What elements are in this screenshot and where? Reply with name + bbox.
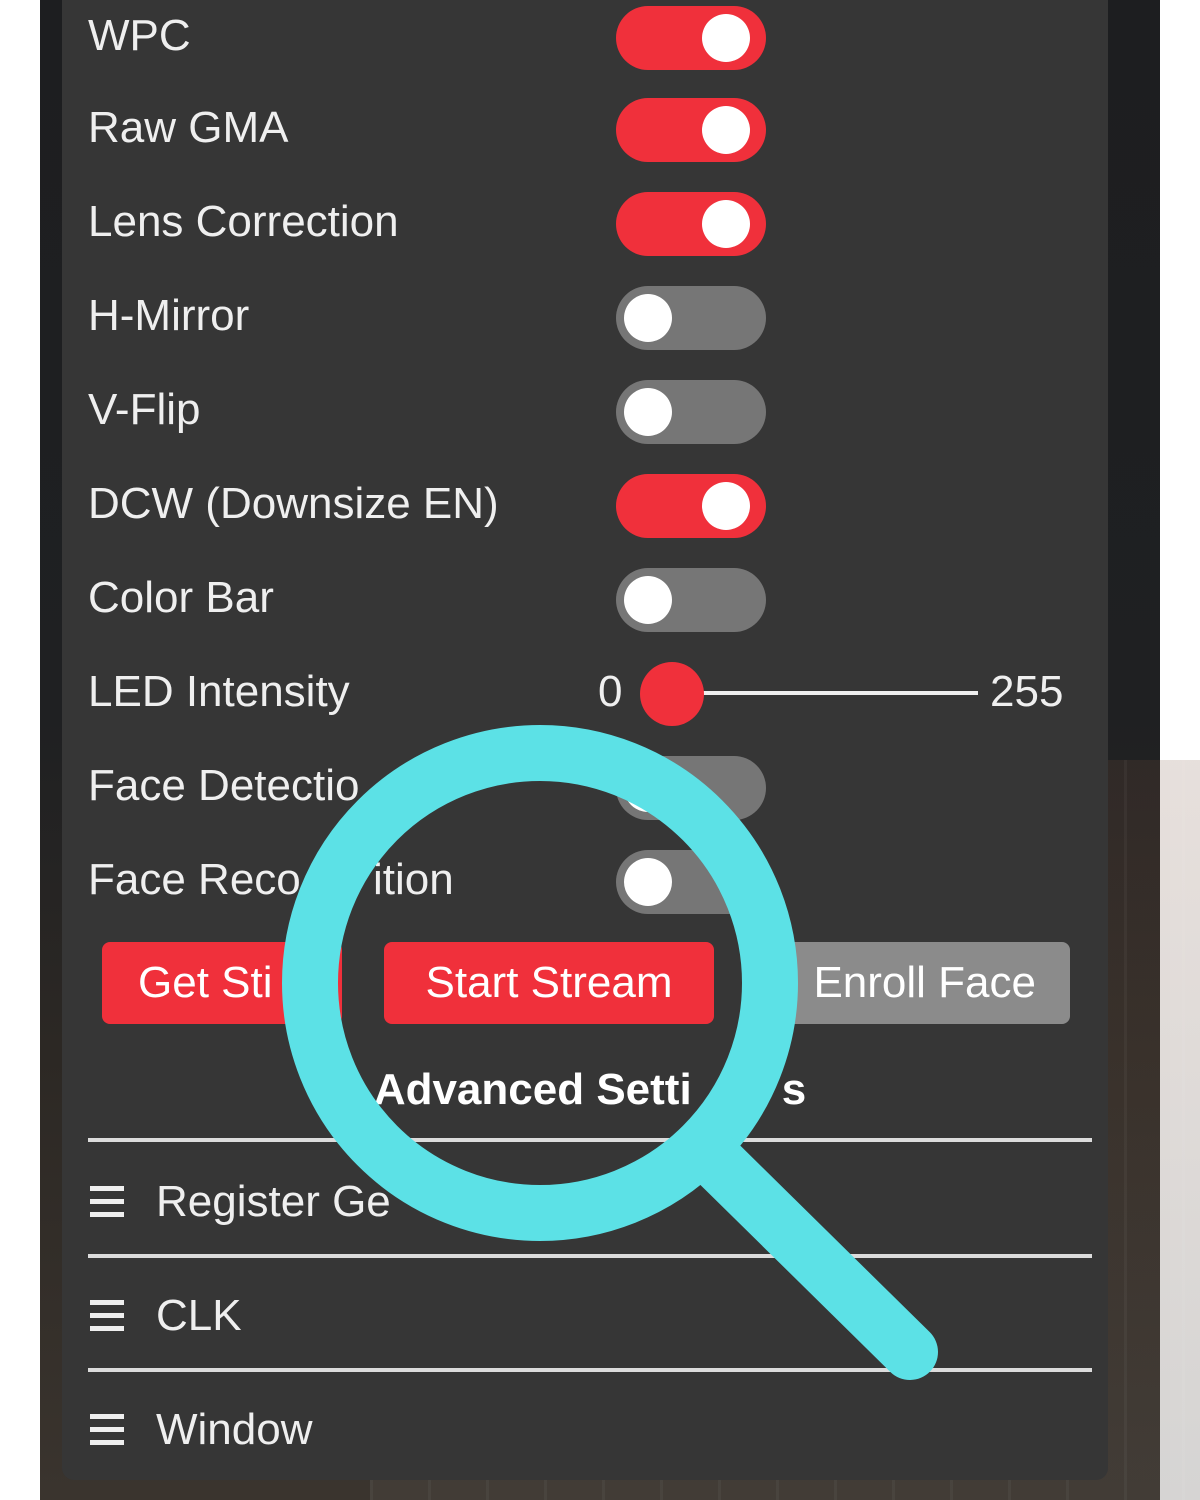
led-intensity-slider-thumb[interactable] bbox=[640, 662, 704, 726]
toggle-switch-color-bar[interactable] bbox=[616, 568, 766, 632]
toggle-label: Color Bar bbox=[88, 573, 274, 622]
toggle-knob bbox=[624, 294, 672, 342]
toggle-label: Lens Correction bbox=[88, 197, 399, 246]
toggle-knob bbox=[702, 482, 750, 530]
advanced-title-tail: s bbox=[781, 1065, 807, 1114]
toggle-switch-h-mirror[interactable] bbox=[616, 286, 766, 350]
toggle-switch-face-recognition[interactable] bbox=[616, 850, 766, 914]
toggle-knob bbox=[624, 388, 672, 436]
start-stream-button[interactable]: Start Stream bbox=[384, 942, 714, 1024]
toggle-knob bbox=[624, 858, 672, 906]
toggle-label: WPC bbox=[88, 11, 191, 60]
toggle-knob bbox=[624, 576, 672, 624]
toggle-switch-lens-correction[interactable] bbox=[616, 192, 766, 256]
section-clk[interactable]: CLK bbox=[88, 1286, 1088, 1346]
toggle-knob bbox=[702, 14, 750, 62]
toggle-knob bbox=[702, 200, 750, 248]
toggle-switch-raw-gma[interactable] bbox=[616, 98, 766, 162]
led-intensity-row: LED Intensity 0 255 bbox=[88, 662, 1088, 726]
section-window[interactable]: Window bbox=[88, 1400, 1088, 1460]
toggle-label: H-Mirror bbox=[88, 291, 250, 340]
advanced-title-text: Advanced Setti bbox=[373, 1065, 692, 1114]
toggle-row-raw-gma: Raw GMA bbox=[88, 98, 1088, 162]
toggle-label: DCW (Downsize EN) bbox=[88, 479, 499, 528]
section-label: CLK bbox=[156, 1291, 242, 1340]
toggle-switch-wpc[interactable] bbox=[616, 6, 766, 70]
slider-max-label: 255 bbox=[990, 667, 1064, 716]
screenshot-stage: WPC Raw GMA Lens Correction H-Mirror V-F… bbox=[0, 0, 1200, 1500]
section-register-get[interactable]: Register Ge bbox=[88, 1172, 1088, 1232]
toggle-switch-face-detection[interactable] bbox=[616, 756, 766, 820]
advanced-settings-title: Advanced Setti s bbox=[88, 1060, 1092, 1120]
hamburger-icon bbox=[90, 1414, 124, 1448]
toggle-row-v-flip: V-Flip bbox=[88, 380, 1088, 444]
toggle-label-tail: ition bbox=[373, 855, 454, 904]
toggle-row-lens-correction: Lens Correction bbox=[88, 192, 1088, 256]
divider bbox=[88, 1254, 1092, 1258]
toggle-row-h-mirror: H-Mirror bbox=[88, 286, 1088, 350]
section-label: Window bbox=[156, 1405, 313, 1454]
toggle-row-face-recognition: Face Reco ition bbox=[88, 850, 1088, 914]
toggle-switch-dcw[interactable] bbox=[616, 474, 766, 538]
led-intensity-label: LED Intensity bbox=[88, 667, 350, 716]
divider bbox=[88, 1138, 1092, 1142]
toggle-row-face-detection: Face Detectio bbox=[88, 756, 1088, 820]
toggle-switch-v-flip[interactable] bbox=[616, 380, 766, 444]
toggle-row-wpc: WPC bbox=[88, 6, 1088, 70]
get-still-button[interactable]: Get Sti bbox=[102, 942, 342, 1024]
slider-min-label: 0 bbox=[598, 667, 623, 716]
toggle-label: Face Detectio bbox=[88, 761, 360, 810]
section-label: Register Ge bbox=[156, 1177, 391, 1226]
toggle-knob bbox=[624, 764, 672, 812]
divider bbox=[88, 1368, 1092, 1372]
toggle-row-dcw: DCW (Downsize EN) bbox=[88, 474, 1088, 538]
toggle-knob bbox=[702, 106, 750, 154]
enroll-face-button[interactable]: Enroll Face bbox=[760, 942, 1070, 1024]
toggle-label: Face Reco bbox=[88, 855, 301, 904]
toggle-label: Raw GMA bbox=[88, 103, 289, 152]
hamburger-icon bbox=[90, 1300, 124, 1334]
toggle-row-color-bar: Color Bar bbox=[88, 568, 1088, 632]
hamburger-icon bbox=[90, 1186, 124, 1220]
toggle-label: V-Flip bbox=[88, 385, 201, 434]
